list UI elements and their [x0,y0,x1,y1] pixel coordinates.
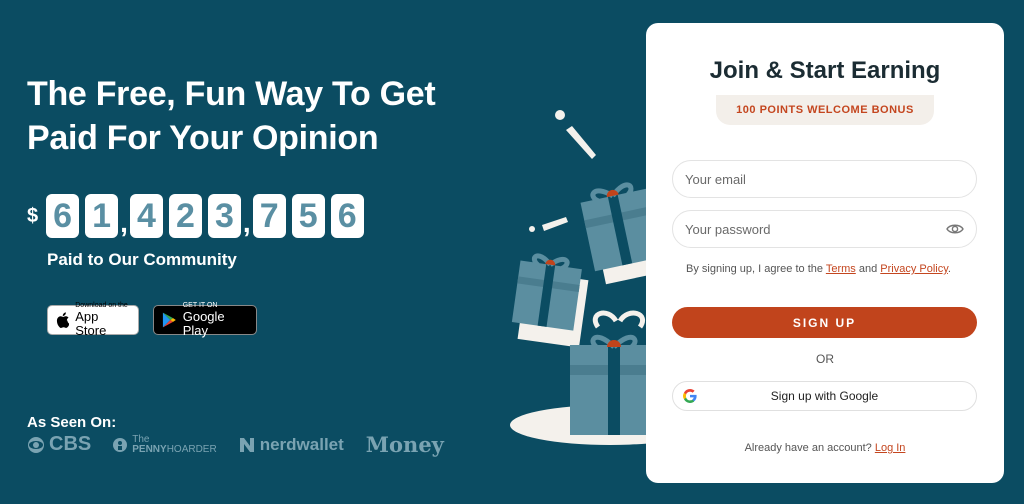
hero-title-line2: Paid For Your Opinion [27,119,379,157]
email-field[interactable] [672,160,977,198]
counter-digit: 6 [330,194,364,238]
terms-prefix: By signing up, I agree to the [686,263,826,275]
signup-card: Join & Start Earning 100 POINTS WELCOME … [646,23,1004,483]
terms-suffix: . [947,263,951,275]
hero-title-line1: The Free, Fun Way To Get [27,75,436,113]
confetti-streak [566,126,596,159]
money-logo: Money [365,432,444,457]
privacy-policy-link[interactable]: Privacy Policy [880,263,948,275]
gift-box-top [580,182,650,285]
cbs-eye-icon [28,436,44,453]
counter-digit: 7 [252,194,286,238]
app-store-badges: Download on the App Store GET IT ON Goog… [47,302,257,338]
penny-rest: HOARDER [166,443,217,455]
hero-title: The Free, Fun Way To Get Paid For Your O… [27,72,436,160]
login-prompt-text: Already have an account? [744,442,875,454]
email-input[interactable] [685,171,964,187]
nerdwallet-logo: nerdwallet [239,435,344,455]
gift-box-bottom [570,310,650,435]
counter-label: Paid to Our Community [47,250,237,269]
google-g-icon [683,389,697,403]
counter-separator: , [120,207,128,238]
google-play-icon [162,312,176,328]
counter-digit: 3 [207,194,241,238]
app-store-big-text: App Store [75,309,107,338]
google-signup-button[interactable]: Sign up with Google [672,381,977,411]
log-in-link[interactable]: Log In [875,442,906,454]
penny-icon [113,437,128,452]
gift-box-middle [511,253,589,348]
currency-symbol: $ [27,204,39,227]
show-password-eye-icon[interactable] [946,223,964,235]
signup-title: Join & Start Earning [709,57,941,84]
counter-separator: , [242,207,251,238]
counter-digit: 4 [129,194,163,238]
counter-digit: 2 [168,194,202,238]
gift-boxes-illustration [510,110,650,445]
payout-counter: $ 6 1 , 4 2 3 , 7 5 6 [27,193,370,239]
confetti-dot [529,226,535,232]
cbs-text: CBS [49,433,92,455]
counter-digit: 5 [291,194,325,238]
google-play-big-text: Google Play [182,309,225,338]
penny-bold: PENNY [132,443,167,455]
counter-digit: 1 [85,194,119,238]
login-prompt: Already have an account? Log In [646,442,1004,454]
app-store-button[interactable]: Download on the App Store [47,302,139,338]
terms-and: and [855,263,881,275]
terms-notice: By signing up, I agree to the Terms and … [686,263,951,275]
penny-hoarder-logo: The PENNYHOARDER [113,434,217,455]
terms-link[interactable]: Terms [826,263,856,275]
google-play-button[interactable]: GET IT ON Google Play [153,302,257,338]
nerdwallet-text: nerdwallet [259,434,344,454]
as-seen-on-heading: As Seen On: [27,414,117,431]
nerdwallet-n-icon [239,437,254,452]
press-logos: CBS The PENNYHOARDER nerdwallet Money [27,432,444,457]
password-input[interactable] [685,221,946,237]
password-field[interactable] [672,210,977,248]
cbs-logo: CBS [27,433,91,456]
confetti-streak [542,217,568,231]
sign-up-button[interactable]: SIGN UP [672,307,977,338]
confetti-dot [555,110,565,120]
welcome-bonus-badge: 100 POINTS WELCOME BONUS [716,95,934,125]
google-signup-label: Sign up with Google [770,389,879,403]
or-divider: OR [816,352,834,366]
apple-icon [56,312,70,328]
counter-digit: 6 [46,194,80,238]
